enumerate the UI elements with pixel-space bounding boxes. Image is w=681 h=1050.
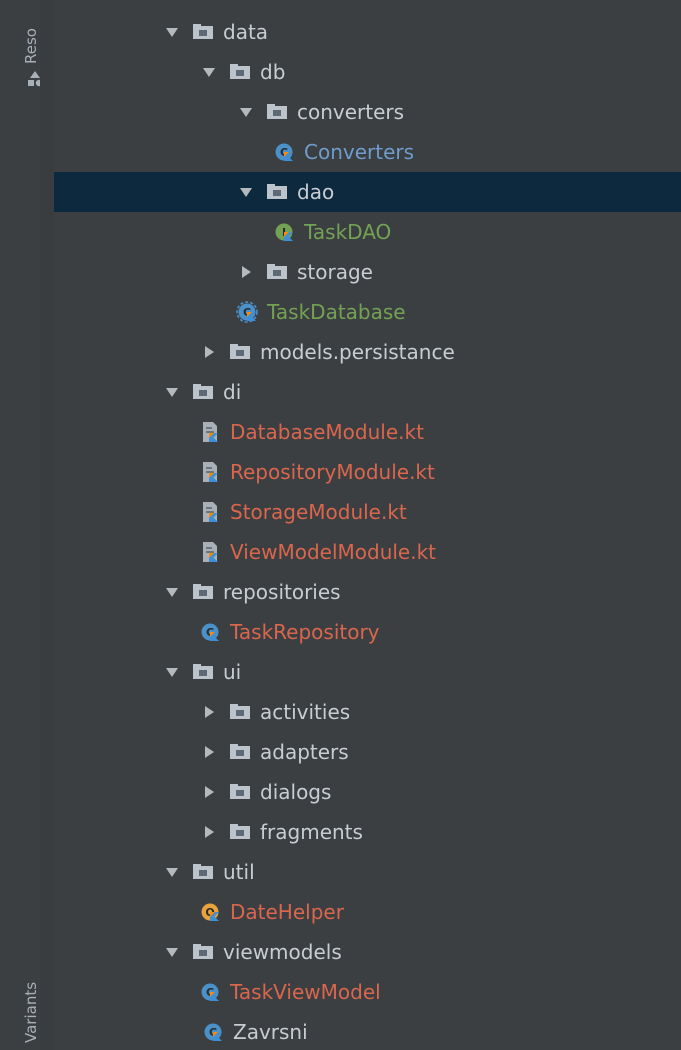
- expand-arrow-right-icon[interactable]: [238, 264, 254, 280]
- tree-file-row[interactable]: I TaskDAO: [54, 212, 681, 252]
- tree-item-label: db: [260, 60, 286, 84]
- kotlin-class-icon: C: [199, 621, 221, 643]
- tree-file-row[interactable]: StorageModule.kt: [54, 492, 681, 532]
- tree-item-label: viewmodels: [223, 940, 342, 964]
- kotlin-file-icon: [199, 461, 221, 483]
- tree-item-label: StorageModule.kt: [230, 500, 407, 524]
- tree-item-label: TaskDAO: [304, 220, 392, 244]
- tree-item-label: DatabaseModule.kt: [230, 420, 424, 444]
- kotlin-file-icon: [199, 421, 221, 443]
- folder-icon: [229, 341, 251, 363]
- tree-folder-row[interactable]: dao: [54, 172, 681, 212]
- tree-item-label: models.persistance: [260, 340, 455, 364]
- tree-item-label: converters: [297, 100, 405, 124]
- expand-arrow-down-icon[interactable]: [201, 64, 217, 80]
- kotlin-file-icon: [199, 501, 221, 523]
- folder-icon: [266, 181, 288, 203]
- tree-folder-row[interactable]: storage: [54, 252, 681, 292]
- expand-arrow-down-icon[interactable]: [164, 944, 180, 960]
- tree-item-label: adapters: [260, 740, 349, 764]
- tree-folder-row[interactable]: dialogs: [54, 772, 681, 812]
- build-variants-tab[interactable]: Variants: [22, 982, 40, 1043]
- tree-file-row[interactable]: DatabaseModule.kt: [54, 412, 681, 452]
- expand-arrow-down-icon[interactable]: [164, 584, 180, 600]
- tree-folder-row[interactable]: data: [54, 12, 681, 52]
- tree-item-label: Converters: [304, 140, 415, 164]
- kotlin-interface-icon: I: [273, 221, 295, 243]
- folder-icon: [192, 941, 214, 963]
- kotlin-object-icon: O: [199, 901, 221, 923]
- tree-item-label: dialogs: [260, 780, 332, 804]
- kotlin-class-icon: C: [202, 1021, 224, 1043]
- tree-item-label: storage: [297, 260, 373, 284]
- tree-item-label: TaskViewModel: [230, 980, 381, 1004]
- expand-arrow-right-icon[interactable]: [201, 744, 217, 760]
- tree-file-row[interactable]: ViewModelModule.kt: [54, 532, 681, 572]
- expand-arrow-down-icon[interactable]: [164, 664, 180, 680]
- expand-arrow-down-icon[interactable]: [164, 384, 180, 400]
- folder-icon: [229, 821, 251, 843]
- tree-file-row[interactable]: C TaskRepository: [54, 612, 681, 652]
- folder-icon: [192, 861, 214, 883]
- tree-item-label: RepositoryModule.kt: [230, 460, 435, 484]
- tree-item-label: dao: [297, 180, 335, 204]
- tree-item-label: DateHelper: [230, 900, 344, 924]
- kotlin-class-icon: C: [273, 141, 295, 163]
- resource-manager-tab[interactable]: Reso: [22, 28, 40, 64]
- kotlin-file-icon: [199, 541, 221, 563]
- tree-folder-row[interactable]: fragments: [54, 812, 681, 852]
- expand-arrow-down-icon[interactable]: [238, 104, 254, 120]
- expand-arrow-right-icon[interactable]: [201, 784, 217, 800]
- tree-item-label: fragments: [260, 820, 363, 844]
- tree-item-label: repositories: [223, 580, 341, 604]
- expand-arrow-right-icon[interactable]: [201, 704, 217, 720]
- kotlin-class-icon: C: [199, 981, 221, 1003]
- folder-icon: [229, 741, 251, 763]
- tree-folder-row[interactable]: ui: [54, 652, 681, 692]
- tree-folder-row[interactable]: models.persistance: [54, 332, 681, 372]
- tree-item-label: TaskDatabase: [267, 300, 406, 324]
- tree-file-row[interactable]: C TaskViewModel: [54, 972, 681, 1012]
- tree-item-label: TaskRepository: [230, 620, 380, 644]
- folder-icon: [229, 701, 251, 723]
- kotlin-abstract-class-icon: C: [236, 301, 258, 323]
- expand-arrow-down-icon[interactable]: [164, 864, 180, 880]
- folder-icon: [192, 581, 214, 603]
- tree-item-label: util: [223, 860, 255, 884]
- expand-arrow-right-icon[interactable]: [201, 344, 217, 360]
- folder-icon: [266, 261, 288, 283]
- tree-file-row[interactable]: C Converters: [54, 132, 681, 172]
- tree-file-row[interactable]: C Zavrsni: [54, 1012, 681, 1050]
- left-tool-stripe: Reso Variants: [0, 0, 43, 1050]
- tree-item-label: data: [223, 20, 269, 44]
- expand-arrow-down-icon[interactable]: [238, 184, 254, 200]
- folder-icon: [192, 661, 214, 683]
- tree-item-label: ViewModelModule.kt: [230, 540, 437, 564]
- folder-icon: [266, 101, 288, 123]
- tree-folder-row[interactable]: adapters: [54, 732, 681, 772]
- tree-folder-row[interactable]: activities: [54, 692, 681, 732]
- folder-icon: [229, 781, 251, 803]
- project-tree: datadbconvertersCConvertersdaoITaskDAOst…: [54, 12, 681, 1050]
- stripe-divider: [40, 0, 54, 1050]
- tree-folder-row[interactable]: util: [54, 852, 681, 892]
- tree-file-row[interactable]: RepositoryModule.kt: [54, 452, 681, 492]
- folder-icon: [192, 381, 214, 403]
- expand-arrow-down-icon[interactable]: [164, 24, 180, 40]
- tree-folder-row[interactable]: viewmodels: [54, 932, 681, 972]
- tree-item-label: activities: [260, 700, 351, 724]
- tree-folder-row[interactable]: converters: [54, 92, 681, 132]
- tree-file-row[interactable]: C TaskDatabase: [54, 292, 681, 332]
- tree-folder-row[interactable]: di: [54, 372, 681, 412]
- tree-item-label: Zavrsni: [233, 1020, 308, 1044]
- folder-icon: [192, 21, 214, 43]
- expand-arrow-right-icon[interactable]: [201, 824, 217, 840]
- folder-icon: [229, 61, 251, 83]
- tree-folder-row[interactable]: repositories: [54, 572, 681, 612]
- tree-item-label: ui: [223, 660, 242, 684]
- tree-folder-row[interactable]: db: [54, 52, 681, 92]
- tree-file-row[interactable]: O DateHelper: [54, 892, 681, 932]
- project-tool-window: Reso Variants datadbconvertersCConverter…: [0, 0, 681, 1050]
- tree-item-label: di: [223, 380, 242, 404]
